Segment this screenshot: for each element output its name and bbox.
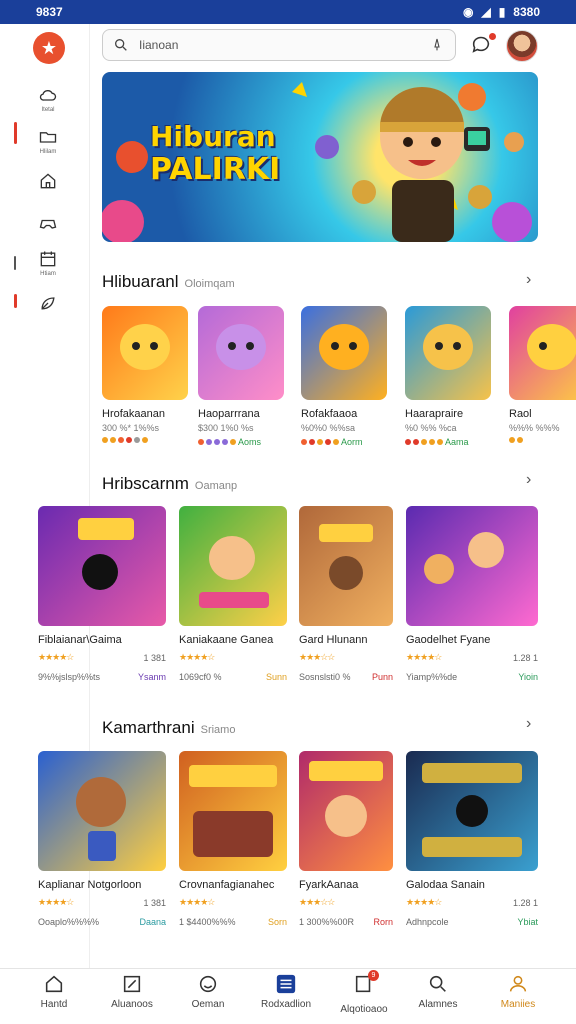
search-input[interactable]: Iianoan bbox=[139, 38, 429, 52]
sidebar-item-controller[interactable] bbox=[28, 206, 68, 240]
calendar-icon bbox=[40, 251, 56, 267]
section-header: Hlibuaranl Oloimqam bbox=[102, 272, 235, 292]
banner-title: Hiburan bbox=[150, 120, 276, 153]
sidebar-item-cloud[interactable]: Itetal bbox=[28, 82, 68, 116]
game-card[interactable]: FyarkAanaa ★★★☆☆ 1 300%%00R Rorn bbox=[299, 751, 393, 927]
bottom-navigation: Hantd Aluanoos Oeman Rodxadlion 9 Alqoti… bbox=[0, 968, 576, 1024]
game-card[interactable]: Gard Hlunann ★★★☆☆ Sosnslsti0 % Punn bbox=[299, 506, 393, 682]
search-icon bbox=[115, 39, 127, 51]
search-bar[interactable]: Iianoan bbox=[102, 29, 456, 61]
game-thumbnail bbox=[179, 506, 287, 626]
battery-icon: ▮ bbox=[498, 5, 506, 19]
nav-smile[interactable]: Oeman bbox=[176, 973, 240, 1010]
section-title: Hlibuaranl bbox=[102, 272, 179, 291]
game-card[interactable]: Kaplianar Notgorloon ★★★★☆ 1 381 Ooaplo%%… bbox=[38, 751, 166, 927]
notification-badge: 9 bbox=[368, 970, 379, 981]
chevron-right-icon[interactable]: › bbox=[526, 471, 531, 489]
nav-profile[interactable]: Maniies bbox=[486, 973, 550, 1010]
app-icon bbox=[405, 306, 491, 400]
equalizer-icon bbox=[276, 974, 296, 994]
banner-subtitle: PALIRKI bbox=[150, 152, 281, 187]
game-thumbnail bbox=[406, 751, 538, 871]
signal-icon: ◢ bbox=[481, 5, 491, 19]
avatar[interactable] bbox=[506, 30, 538, 62]
sidebar-item-house[interactable] bbox=[28, 164, 68, 198]
app-icon bbox=[198, 306, 284, 400]
game-card[interactable]: Crovnanfagianahec ★★★★☆ 1 $4400%%% Sorn bbox=[179, 751, 287, 927]
profile-icon bbox=[509, 975, 527, 992]
game-thumbnail bbox=[299, 506, 393, 626]
folder-icon bbox=[39, 132, 57, 143]
game-card[interactable]: Gaodelhet Fyane ★★★★☆ 1.28 1 Yiamp%%de Yio… bbox=[406, 506, 538, 682]
home-icon bbox=[45, 975, 63, 993]
app-card[interactable]: Haoparrrana $300 1%0 %s Aoms bbox=[198, 306, 284, 447]
sidebar-indicator bbox=[14, 256, 16, 270]
smile-icon bbox=[199, 975, 217, 993]
section-subtitle: Sriamo bbox=[200, 724, 236, 736]
mic-icon[interactable] bbox=[429, 37, 445, 53]
nav-edit[interactable]: Aluanoos bbox=[100, 973, 164, 1010]
app-card[interactable]: Rofakfaaoa %0%0 %%sa Aorm bbox=[301, 306, 387, 447]
app-logo[interactable]: ★ bbox=[33, 32, 65, 64]
status-bar: 9837 ◉ ◢ ▮ 8380 bbox=[0, 0, 576, 24]
nav-search[interactable]: Alamnes bbox=[406, 973, 470, 1010]
edit-icon bbox=[123, 975, 141, 993]
game-thumbnail bbox=[406, 506, 538, 626]
section-subtitle: Oloimqam bbox=[184, 278, 235, 290]
nav-notifications[interactable]: 9 Alqotioaoo bbox=[332, 970, 396, 1015]
sidebar-indicator bbox=[14, 294, 17, 308]
controller-icon bbox=[39, 219, 57, 229]
game-card[interactable]: Kaniakaane Ganea ★★★★☆ 1069cf0 % Sunn bbox=[179, 506, 287, 682]
sidebar-item-folder[interactable]: Hlilam bbox=[28, 124, 68, 158]
app-card[interactable]: Hrofakaanan 300 %* 1%%s bbox=[102, 306, 188, 443]
app-icon bbox=[301, 306, 387, 400]
status-right-text: 8380 bbox=[513, 5, 540, 19]
section-title: Hribscarnm bbox=[102, 474, 189, 493]
game-thumbnail bbox=[38, 751, 166, 871]
nav-equalizer[interactable]: Rodxadlion bbox=[254, 973, 318, 1010]
section-subtitle: Oamanp bbox=[194, 480, 238, 492]
nav-home[interactable]: Hantd bbox=[22, 973, 86, 1010]
status-time: 9837 bbox=[36, 5, 63, 19]
game-thumbnail bbox=[179, 751, 287, 871]
leaf-icon bbox=[41, 297, 55, 310]
chevron-right-icon[interactable]: › bbox=[526, 715, 531, 733]
house-icon bbox=[40, 173, 56, 189]
notification-dot bbox=[489, 33, 496, 40]
app-icon bbox=[509, 306, 576, 400]
search-icon bbox=[429, 975, 446, 992]
app-carousel[interactable]: Hrofakaanan 300 %* 1%%s Haoparrrana $300… bbox=[102, 306, 576, 466]
sidebar-item-calendar[interactable]: Htiam bbox=[28, 246, 68, 280]
sidebar-active-indicator bbox=[14, 122, 17, 144]
section-header: Kamarthrani Sriamo bbox=[102, 718, 235, 738]
game-thumbnail bbox=[299, 751, 393, 871]
location-icon: ◉ bbox=[462, 5, 474, 19]
section-title: Kamarthrani bbox=[102, 718, 195, 737]
chevron-right-icon[interactable]: › bbox=[526, 271, 531, 289]
app-icon bbox=[102, 306, 188, 400]
section-header: Hribscarnm Oamanp bbox=[102, 474, 237, 494]
game-card[interactable]: Fiblaianar\Gaima ★★★★☆ 1 381 9%%jslsp%%ts… bbox=[38, 506, 166, 682]
game-card[interactable]: Galodaa Sanain ★★★★☆ 1.28 1 Adhnpcole Ybia… bbox=[406, 751, 538, 927]
sidebar-item-leaf[interactable] bbox=[28, 286, 68, 320]
messages-button[interactable] bbox=[470, 33, 496, 59]
app-card[interactable]: Raol %%% %%% bbox=[509, 306, 576, 443]
game-thumbnail bbox=[38, 506, 166, 626]
app-card[interactable]: Haarapraire %0 %% %ca Aama bbox=[405, 306, 491, 447]
cloud-icon bbox=[39, 90, 57, 101]
hero-banner[interactable]: Hiburan PALIRKI bbox=[102, 72, 538, 242]
